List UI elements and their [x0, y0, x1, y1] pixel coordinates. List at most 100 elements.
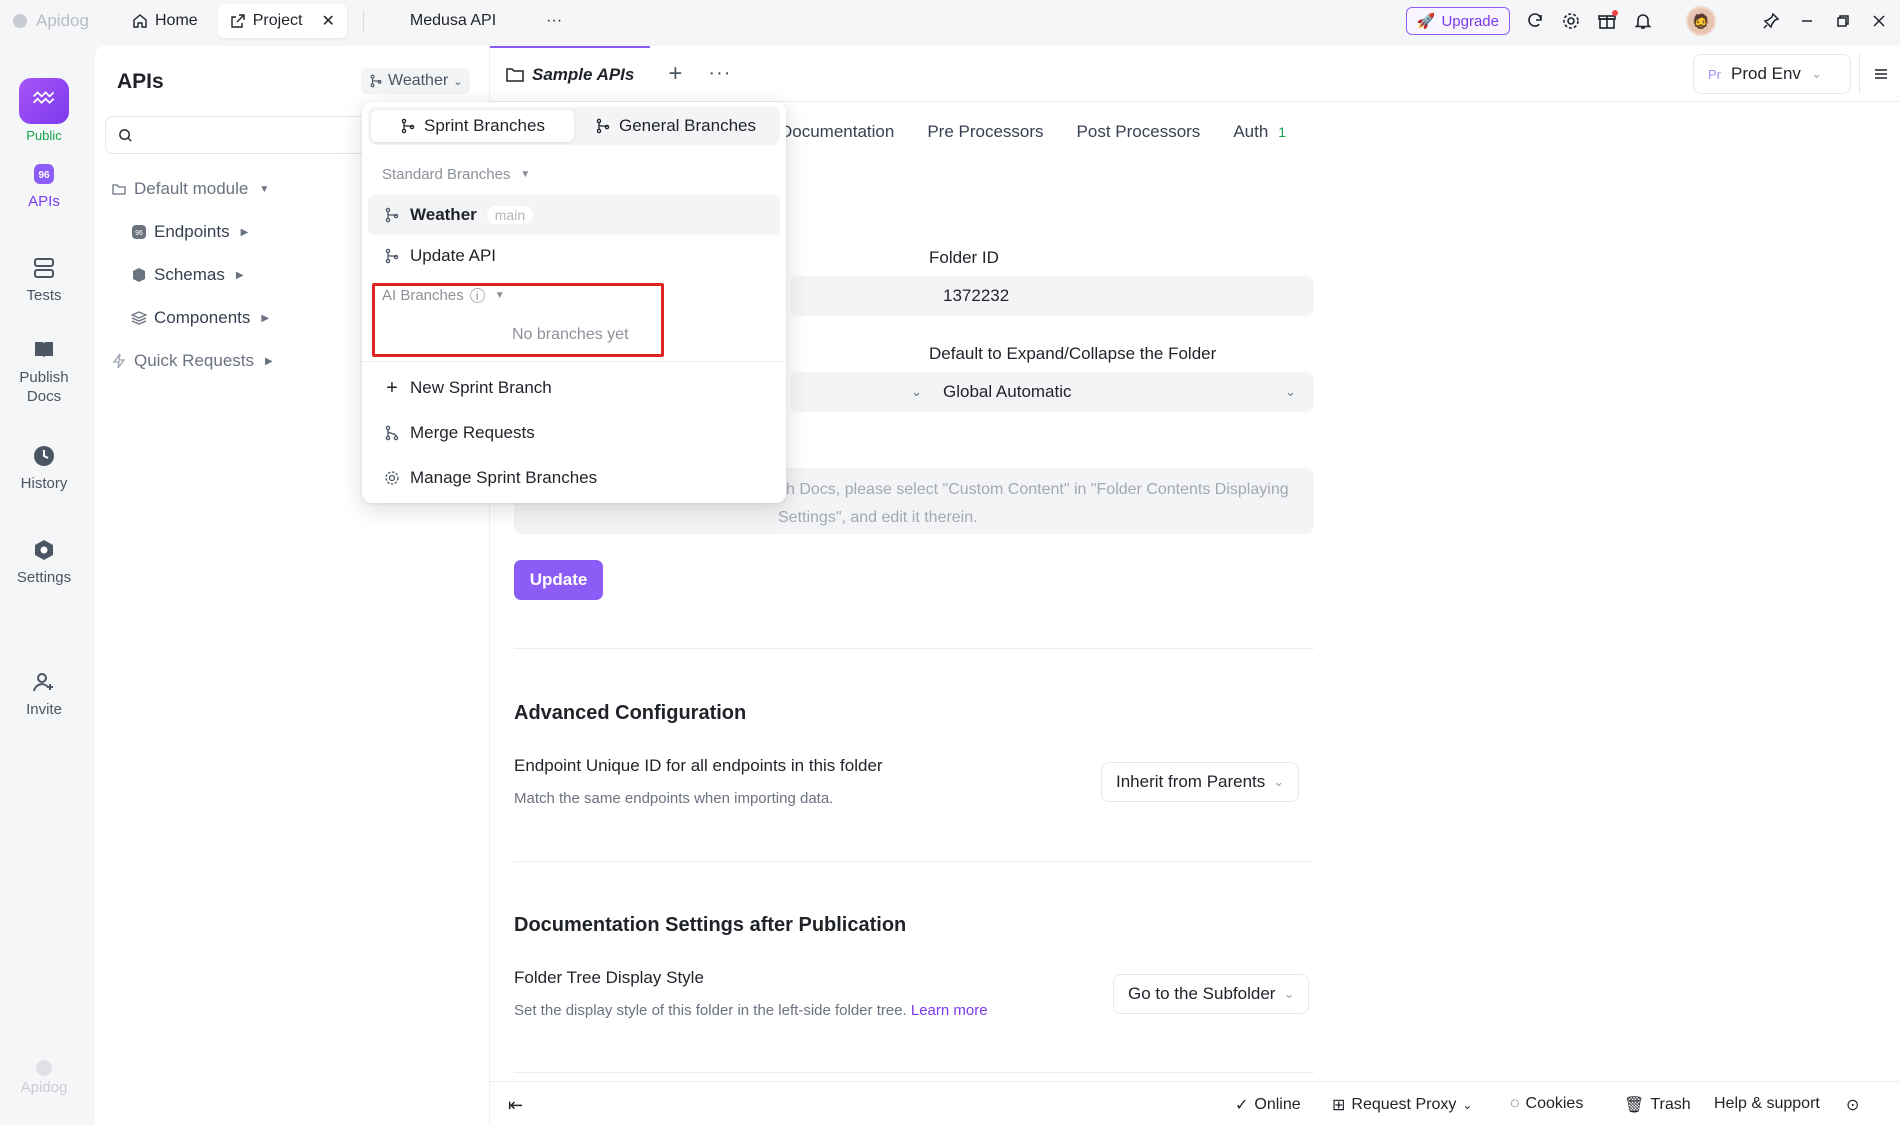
manage-sprint-branches-button[interactable]: Manage Sprint Branches — [368, 458, 780, 498]
online-status[interactable]: ✓ Online — [1235, 1095, 1301, 1115]
clock-icon — [34, 446, 54, 466]
chevron-down-icon: ⌄ — [911, 384, 922, 399]
tree-quick-requests-label: Quick Requests — [134, 351, 254, 370]
search-icon — [119, 128, 132, 142]
folder-name-field[interactable] — [790, 276, 940, 316]
more-tabs-button[interactable]: ··· — [534, 4, 574, 38]
layers-icon — [131, 311, 147, 325]
tab-post-processors[interactable]: Post Processors — [1077, 122, 1201, 142]
learn-more-link[interactable]: Learn more — [911, 1002, 988, 1019]
branch-item-weather[interactable]: Weather main — [368, 195, 780, 235]
standard-branches-heading[interactable]: Standard Branches ▼ — [382, 166, 530, 183]
branch-icon — [596, 118, 610, 134]
left-rail: Public 96 APIs Tests Publish Docs Histor… — [0, 42, 88, 1125]
tree-schemas[interactable]: Schemas ▶ — [131, 265, 244, 285]
tab-documentation[interactable]: Documentation — [780, 122, 894, 142]
close-icon[interactable]: ✕ — [321, 11, 334, 31]
tree-components[interactable]: Components ▶ — [131, 308, 269, 328]
chevron-down-icon: ⌄ — [1285, 384, 1296, 399]
expand-collapse-select[interactable]: Global Automatic ⌄ — [929, 372, 1314, 412]
tree-style-select[interactable]: Go to the Subfolder ⌄ — [1113, 974, 1310, 1014]
help-label: Help & support — [1714, 1095, 1820, 1112]
svg-text:96: 96 — [38, 170, 50, 181]
bell-icon[interactable] — [1632, 10, 1654, 32]
rail-item-tests[interactable]: Tests — [0, 256, 88, 305]
divider — [514, 648, 1314, 649]
new-sprint-branch-button[interactable]: + New Sprint Branch — [368, 368, 780, 408]
app-logo-text: Apidog — [36, 11, 89, 30]
tab-project[interactable]: Project ✕ — [217, 4, 347, 38]
rail-item-settings-label: Settings — [16, 569, 72, 586]
restore-icon[interactable] — [1832, 10, 1854, 32]
tests-icon — [34, 258, 54, 278]
tree-style-label: Folder Tree Display Style — [514, 968, 704, 987]
tab-sprint-branches[interactable]: Sprint Branches — [371, 110, 574, 142]
public-badge: Public — [26, 128, 62, 143]
sidebar-title: APIs — [117, 70, 164, 93]
rail-item-invite[interactable]: Invite — [0, 670, 88, 719]
tree-schemas-label: Schemas — [154, 265, 225, 284]
tree-endpoints[interactable]: 96 Endpoints ▶ — [131, 222, 248, 242]
divider — [362, 361, 786, 362]
gift-icon[interactable] — [1596, 10, 1618, 32]
tab-home[interactable]: Home — [120, 4, 210, 38]
environment-select[interactable]: Pr Prod Env ⌄ — [1693, 54, 1851, 94]
apidog-footer-icon — [36, 1060, 52, 1076]
rail-item-publish-label: Publish Docs — [19, 369, 69, 405]
avatar[interactable]: 🧔 — [1686, 6, 1716, 36]
rail-item-settings[interactable]: Settings — [0, 538, 88, 587]
scroll-top-icon[interactable]: ⊙ — [1846, 1095, 1859, 1115]
rail-item-publish-docs[interactable]: Publish Docs — [0, 338, 88, 406]
tab-general-branches[interactable]: General Branches — [574, 110, 777, 142]
unique-id-desc: Match the same endpoints when importing … — [514, 790, 834, 807]
tab-sample-apis[interactable]: Sample APIs — [490, 45, 651, 102]
branch-item-weather-label: Weather — [410, 205, 477, 224]
close-window-icon[interactable] — [1868, 10, 1890, 32]
branch-switcher-label: Weather — [388, 72, 449, 89]
update-button[interactable]: Update — [514, 560, 603, 600]
expand-collapse-label: Default to Expand/Collapse the Folder — [929, 344, 1217, 363]
caret-right-icon: ▶ — [261, 312, 270, 324]
folder-id-field[interactable]: 1372232 — [929, 276, 1314, 316]
rail-item-apis[interactable]: 96 APIs — [0, 162, 88, 211]
tab-medusa-api[interactable]: Medusa API — [380, 4, 508, 38]
unique-id-select[interactable]: Inherit from Parents ⌄ — [1101, 762, 1300, 802]
folder-icon — [506, 67, 524, 82]
rail-item-history[interactable]: History — [0, 444, 88, 493]
cookies-button[interactable]: ◌ Cookies — [1510, 1095, 1583, 1113]
merge-requests-button[interactable]: Merge Requests — [368, 413, 780, 453]
tab-project-label: Project — [252, 12, 303, 29]
more-icon[interactable]: ··· — [708, 62, 731, 85]
main-branch-badge: main — [486, 206, 534, 224]
tab-auth[interactable]: Auth 1 — [1233, 122, 1286, 142]
branch-icon — [401, 118, 415, 134]
rail-item-history-label: History — [20, 475, 68, 492]
expand-collapse-value: Global Automatic — [943, 382, 1072, 401]
trash-button[interactable]: 🗑 Trash — [1624, 1095, 1691, 1115]
branch-switcher[interactable]: Weather ⌄ — [361, 68, 471, 94]
caret-right-icon: ▶ — [265, 355, 273, 367]
request-proxy-button[interactable]: ⊞ Request Proxy ⌄ — [1332, 1095, 1472, 1115]
upgrade-button[interactable]: 🚀 Upgrade — [1405, 7, 1510, 35]
tree-quick-requests[interactable]: Quick Requests ▶ — [111, 351, 273, 371]
tab-pre-processors[interactable]: Pre Processors — [927, 122, 1043, 142]
sync-icon[interactable] — [1524, 10, 1546, 32]
minimize-icon[interactable] — [1796, 10, 1818, 32]
branch-item-update-api[interactable]: Update API — [368, 236, 780, 276]
sub-tabs: Documentation Pre Processors Post Proces… — [780, 122, 1286, 142]
tree-style-value: Go to the Subfolder — [1128, 984, 1276, 1003]
svg-text:96: 96 — [135, 230, 143, 237]
add-tab-icon[interactable]: + — [668, 60, 682, 88]
folder-parent-select[interactable]: ⌄ — [790, 372, 940, 412]
gear-icon[interactable] — [1560, 10, 1582, 32]
proxy-label: Request Proxy — [1351, 1096, 1457, 1113]
collapse-sidebar-icon[interactable]: ⇤ — [508, 1095, 523, 1116]
project-logo[interactable]: Public — [0, 78, 88, 145]
tree-style-desc: Set the display style of this folder in … — [514, 1002, 988, 1019]
rail-item-apis-label: APIs — [28, 193, 60, 210]
tree-default-module[interactable]: Default module ▼ — [111, 179, 269, 199]
standard-branches-label: Standard Branches — [382, 166, 511, 183]
pin-icon[interactable] — [1760, 10, 1782, 32]
help-button[interactable]: Help & support — [1714, 1095, 1820, 1113]
menu-icon[interactable] — [1859, 54, 1900, 94]
